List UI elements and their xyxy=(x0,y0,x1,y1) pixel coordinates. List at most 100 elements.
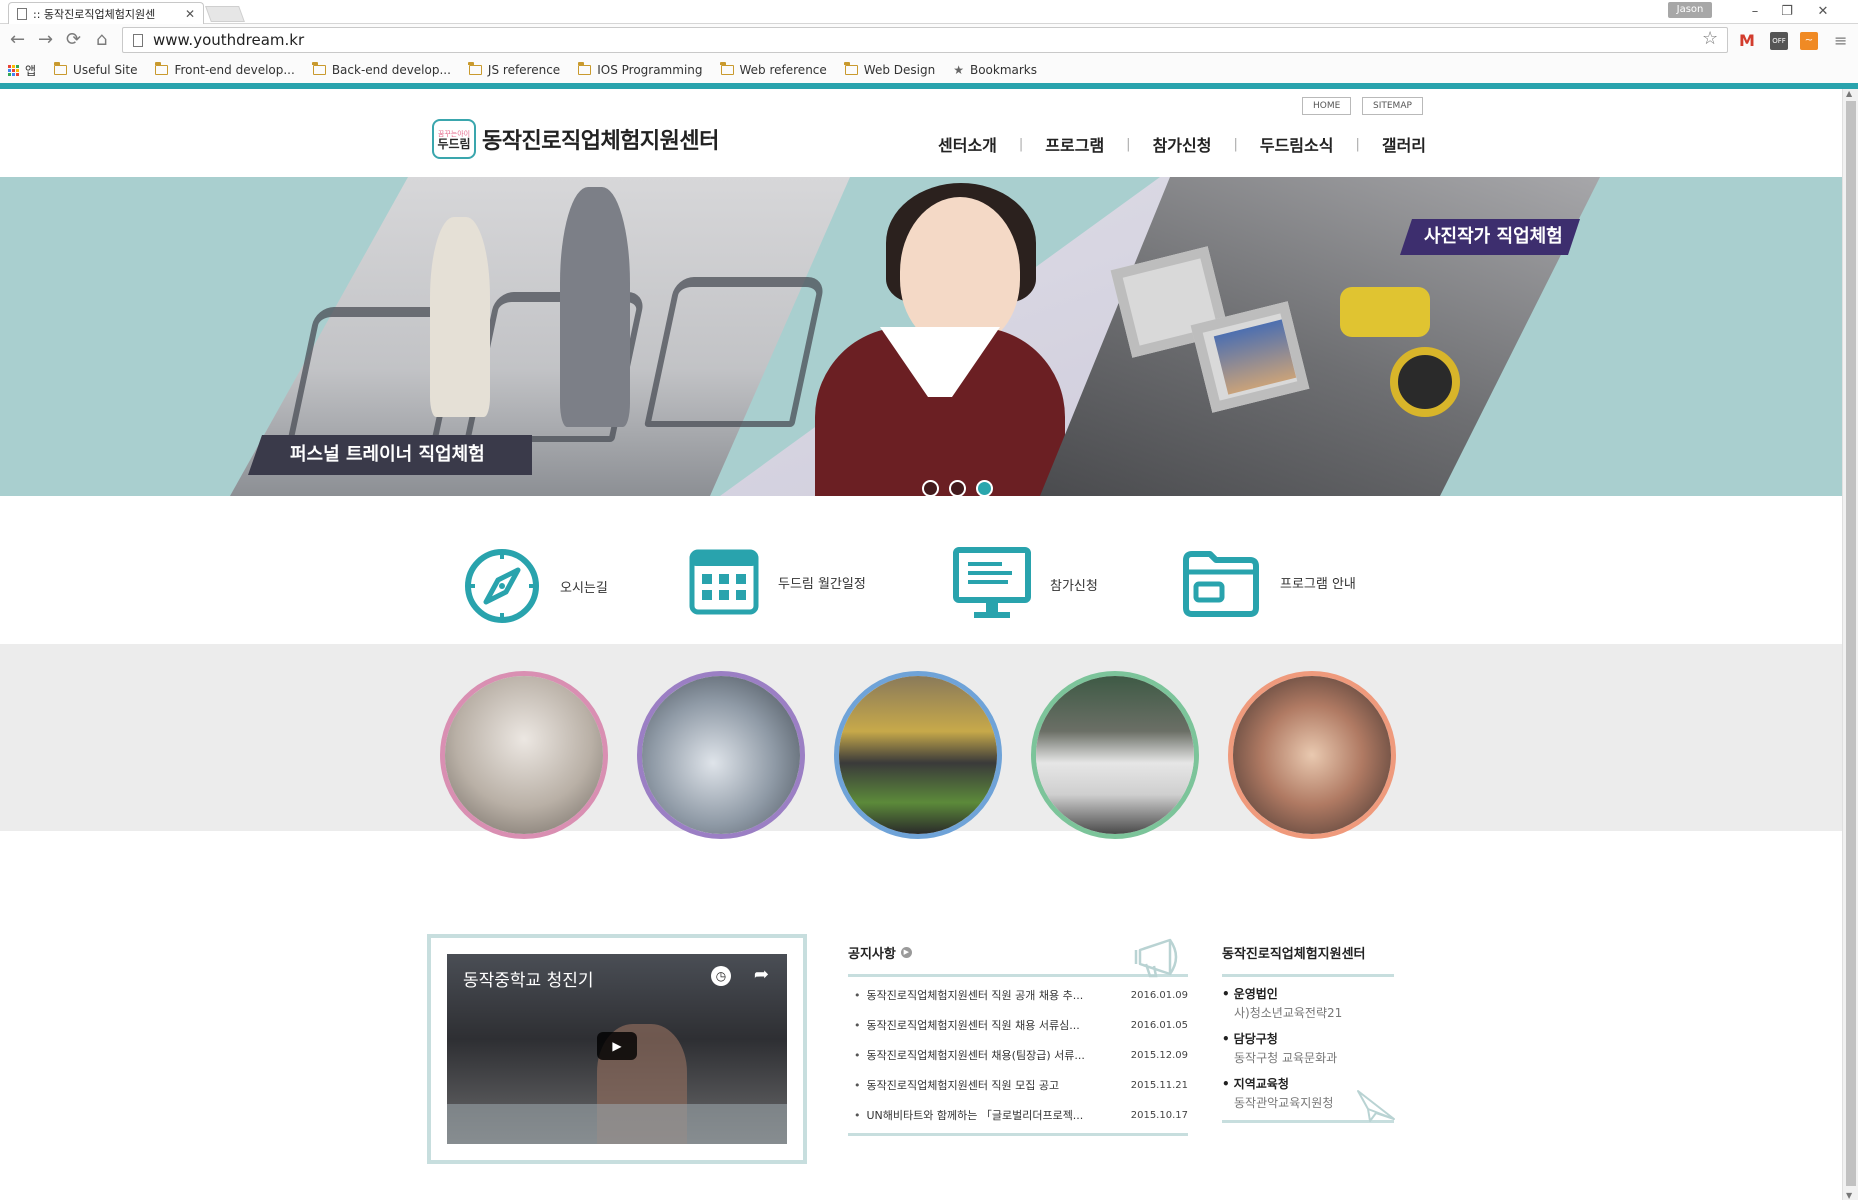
nav-separator: | xyxy=(1018,136,1024,152)
slider-dot-2[interactable] xyxy=(949,480,966,496)
nav-gallery[interactable]: 갤러리 xyxy=(1382,132,1426,156)
scroll-up-icon[interactable]: ▲ xyxy=(1846,89,1852,98)
runner-image xyxy=(560,187,630,427)
browser-toolbar: ← → ⟳ ⌂ www.youthdream.kr ☆ M OFF ~ ≡ xyxy=(0,24,1858,57)
bookmark-apps[interactable]: 앱 xyxy=(8,62,36,79)
center-info-item: 운영법인사)청소년교육전략21 xyxy=(1222,985,1394,1021)
bookmark-label: Web Design xyxy=(863,63,936,77)
gallery-band xyxy=(0,644,1842,839)
page-scrollbar[interactable]: ▲ ▼ xyxy=(1842,89,1858,1200)
browser-tab[interactable]: :: 동작진로직업체험지원센 ✕ xyxy=(8,2,204,24)
logo-mark-text: 두드림 xyxy=(437,137,471,151)
play-icon[interactable]: ▶ xyxy=(597,1032,637,1060)
gallery-photo xyxy=(1036,676,1194,834)
notice-item[interactable]: 동작진로직업체험지원센터 직원 모집 공고 2015.11.21 xyxy=(848,1071,1189,1101)
bookmark-label: IOS Programming xyxy=(597,63,703,77)
notice-title[interactable]: 동작진로직업체험지원센터 직원 공개 채용 추... xyxy=(854,981,1112,1011)
folder-icon xyxy=(720,62,734,75)
bookmarks-bar: 앱 Useful Site Front-end develop... Back-… xyxy=(0,57,1858,83)
nav-apply[interactable]: 참가신청 xyxy=(1153,132,1212,156)
gallery-circle-tshirt[interactable] xyxy=(1031,671,1199,839)
gallery-circle-crafts[interactable] xyxy=(1228,671,1396,839)
folder-icon xyxy=(844,62,858,75)
bookmark-label: Useful Site xyxy=(73,63,138,77)
nav-program[interactable]: 프로그램 xyxy=(1045,132,1104,156)
notice-item[interactable]: 동작진로직업체험지원센터 채용(팀장급) 서류... 2015.12.09 xyxy=(848,1041,1189,1071)
bookmark-back-end[interactable]: Back-end develop... xyxy=(312,62,451,77)
gmail-icon[interactable]: M xyxy=(1738,32,1756,50)
notice-list: 동작진로직업체험지원센터 직원 공개 채용 추... 2016.01.09 동작진… xyxy=(848,981,1189,1131)
website: HOME SITEMAP 꿈꾸는아이 두드림 동작진로직업체험지원센터 센터소개… xyxy=(0,89,1842,1200)
scroll-thumb[interactable] xyxy=(1846,101,1856,1186)
center-info-heading: 동작진로직업체험지원센터 xyxy=(1222,946,1366,962)
bookmark-star-icon[interactable]: ☆ xyxy=(1702,28,1718,49)
notice-title[interactable]: 동작진로직업체험지원센터 직원 채용 서류심... xyxy=(854,1011,1112,1041)
site-logo[interactable]: 꿈꾸는아이 두드림 동작진로직업체험지원센터 xyxy=(432,119,719,159)
slider-dot-1[interactable] xyxy=(922,480,939,496)
notice-title[interactable]: 동작진로직업체험지원센터 직원 모집 공고 xyxy=(854,1071,1112,1101)
bookmark-label: Web reference xyxy=(739,63,827,77)
slider-dot-3[interactable] xyxy=(976,480,993,496)
quick-monthly-schedule[interactable]: 두드림 월간일정 xyxy=(688,546,866,618)
bookmark-useful-site[interactable]: Useful Site xyxy=(53,62,138,77)
home-icon[interactable]: ⌂ xyxy=(96,31,107,49)
notice-title[interactable]: UN해비타트와 함께하는 「글로벌리더프로젝... xyxy=(854,1101,1112,1131)
new-tab-button[interactable] xyxy=(205,6,245,22)
gallery-circle-classroom[interactable] xyxy=(834,671,1002,839)
bookmark-label: Front-end develop... xyxy=(174,63,295,77)
address-bar[interactable]: www.youthdream.kr xyxy=(122,27,1728,53)
hero-slider[interactable]: 퍼스널 트레이너 직업체험 사진작가 직업체험 xyxy=(0,177,1842,496)
close-window-icon[interactable]: ✕ xyxy=(1810,2,1836,22)
main-nav: 센터소개 | 프로그램 | 참가신청 | 두드림소식 | 갤러리 xyxy=(938,132,1426,156)
quick-label: 오시는길 xyxy=(560,580,608,596)
gallery-circle-pilot[interactable] xyxy=(440,671,608,839)
more-arrow-icon[interactable]: ▶ xyxy=(900,946,912,958)
bookmark-label: Bookmarks xyxy=(969,63,1038,77)
apps-icon xyxy=(8,64,19,76)
folder-icon xyxy=(577,62,592,75)
minimize-icon[interactable]: – xyxy=(1742,2,1768,22)
notice-item[interactable]: 동작진로직업체험지원센터 직원 공개 채용 추... 2016.01.09 xyxy=(848,981,1189,1011)
film-roll-image xyxy=(1340,287,1430,337)
bookmark-web-design[interactable]: Web Design xyxy=(844,62,936,77)
notice-title[interactable]: 동작진로직업체험지원센터 채용(팀장급) 서류... xyxy=(854,1041,1112,1071)
film-roll-image xyxy=(1390,347,1460,417)
treadmill-image xyxy=(644,277,826,427)
folder-open-icon xyxy=(1183,551,1259,617)
profile-button[interactable]: Jason xyxy=(1668,2,1712,18)
back-icon[interactable]: ← xyxy=(10,31,25,49)
off-extension-icon[interactable]: OFF xyxy=(1770,32,1788,50)
menu-icon[interactable]: ≡ xyxy=(1834,32,1847,50)
bookmark-label: Back-end develop... xyxy=(331,63,451,77)
notice-item[interactable]: 동작진로직업체험지원센터 직원 채용 서류심... 2016.01.05 xyxy=(848,1011,1189,1041)
calendar-icon xyxy=(689,549,759,615)
notice-date: 2015.10.17 xyxy=(1130,1110,1188,1121)
quick-program-guide[interactable]: 프로그램 안내 xyxy=(1180,546,1356,618)
video-title[interactable]: 동작중학교 청진기 xyxy=(463,966,594,991)
bookmark-js-reference[interactable]: JS reference xyxy=(468,62,560,77)
nav-center-intro[interactable]: 센터소개 xyxy=(938,132,997,156)
gallery-circle-map[interactable] xyxy=(637,671,805,839)
quick-apply[interactable]: 참가신청 xyxy=(952,546,1098,622)
scroll-down-icon[interactable]: ▼ xyxy=(1846,1191,1852,1200)
folder-icon xyxy=(312,62,326,75)
reload-icon[interactable]: ⟳ xyxy=(66,31,81,49)
restore-icon[interactable]: ❐ xyxy=(1774,2,1800,22)
watch-later-icon[interactable]: ◷ xyxy=(711,966,731,986)
bookmark-web-reference[interactable]: Web reference xyxy=(720,62,827,77)
notice-item[interactable]: UN해비타트와 함께하는 「글로벌리더프로젝... 2015.10.17 xyxy=(848,1101,1189,1131)
quick-directions[interactable]: 오시는길 xyxy=(462,546,608,626)
bookmark-front-end[interactable]: Front-end develop... xyxy=(154,62,295,77)
bookmark-bookmarks[interactable]: ★ Bookmarks xyxy=(953,63,1037,77)
nav-news[interactable]: 두드림소식 xyxy=(1260,132,1334,156)
sitemap-link[interactable]: SITEMAP xyxy=(1362,97,1423,115)
home-link[interactable]: HOME xyxy=(1302,97,1352,115)
share-icon[interactable]: ➦ xyxy=(754,964,769,985)
divider xyxy=(848,1133,1188,1136)
close-icon[interactable]: ✕ xyxy=(185,7,195,21)
analytics-extension-icon[interactable]: ~ xyxy=(1800,32,1818,50)
bookmark-ios[interactable]: IOS Programming xyxy=(577,62,703,77)
forward-icon[interactable]: → xyxy=(38,31,53,49)
video-player[interactable]: 동작중학교 청진기 ◷ ➦ ▶ xyxy=(447,954,787,1144)
nav-separator: | xyxy=(1355,136,1360,152)
